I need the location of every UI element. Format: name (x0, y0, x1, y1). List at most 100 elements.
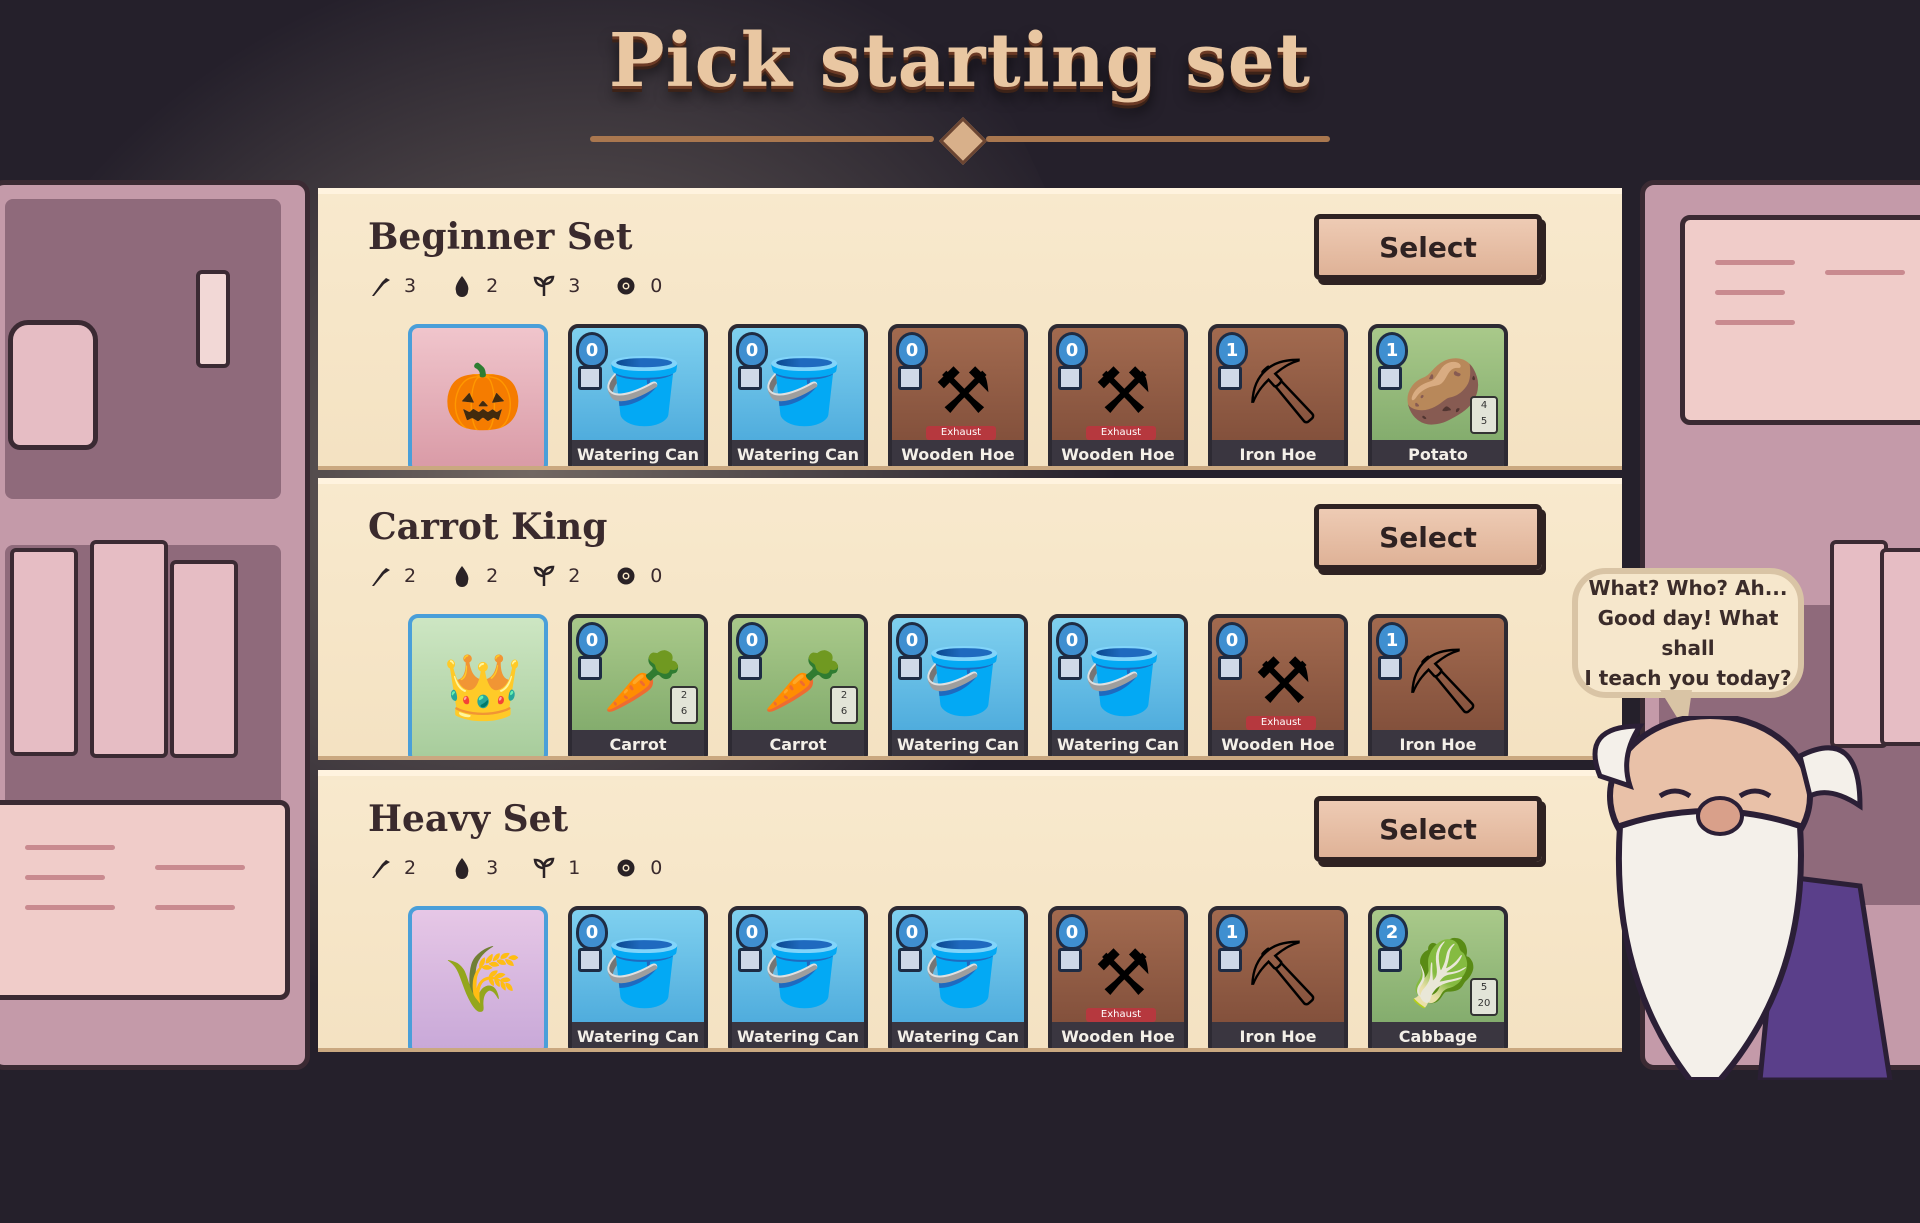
shelf-book (10, 548, 78, 756)
stat-value: 2 (404, 565, 417, 587)
card-watering-can[interactable]: 🪣 0 Watering Can (1048, 614, 1188, 756)
title-divider (590, 136, 934, 142)
card-wooden-hoe[interactable]: ⚒ 0 Exhaust Wooden Hoe (1048, 906, 1188, 1048)
card-type-marker (1218, 656, 1242, 680)
iron-hoe-icon: ⛏ (1242, 937, 1324, 1011)
wooden-hoe-icon: ⚒ (1094, 355, 1152, 429)
card-label: Watering Can (732, 440, 864, 466)
stat-value: 0 (650, 565, 663, 587)
card-label: Iron Hoe (1212, 1022, 1344, 1048)
exhaust-tag: Exhaust (1246, 716, 1316, 730)
stat-water-drop: 2 (450, 274, 498, 298)
card-label: Wooden Hoe (892, 440, 1024, 466)
card-wooden-hoe[interactable]: ⚒ 0 Exhaust Wooden Hoe (1208, 614, 1348, 756)
watering-can-icon: 🪣 (603, 937, 683, 1011)
shelf-book (90, 540, 168, 758)
scarecrow-portrait: 🌾 (443, 943, 523, 1017)
exhaust-tag: Exhaust (926, 426, 996, 440)
card-wooden-hoe[interactable]: ⚒ 0 Exhaust Wooden Hoe (888, 324, 1028, 466)
stat-value: 2 (486, 275, 499, 297)
select-set-button[interactable]: Select (1314, 214, 1542, 280)
hoe-icon (368, 856, 392, 880)
starting-set-panel: Beginner Set Select 3 2 3 0 🎃 🪣 0 Waterin… (318, 188, 1622, 466)
stat-value: 2 (486, 565, 499, 587)
water-drop-icon (450, 564, 474, 588)
starting-set-panel: Heavy Set Select 2 3 1 0 🌾 🪣 0 Watering C… (318, 770, 1622, 1048)
coin-value: 6 (840, 706, 848, 717)
card-carrot[interactable]: 🥕 0 2 6 Carrot (728, 614, 868, 756)
select-set-button[interactable]: Select (1314, 504, 1542, 570)
stat-value: 3 (486, 857, 499, 879)
open-book-icon (0, 800, 290, 1000)
card-watering-can[interactable]: 🪣 0 Watering Can (888, 614, 1028, 756)
stat-value: 3 (568, 275, 581, 297)
card-label: Watering Can (572, 440, 704, 466)
hero-card[interactable]: 🌾 (408, 906, 548, 1048)
stat-water-drop: 2 (450, 564, 498, 588)
set-stats: 3 2 3 0 (368, 274, 662, 298)
card-watering-can[interactable]: 🪣 0 Watering Can (568, 324, 708, 466)
set-name: Carrot King (368, 506, 608, 548)
card-cost: 0 (576, 622, 608, 658)
card-label: Watering Can (892, 1022, 1024, 1048)
card-cost: 0 (1056, 622, 1088, 658)
card-cost: 0 (736, 332, 768, 368)
stat-hoe: 3 (368, 274, 416, 298)
card-watering-can[interactable]: 🪣 0 Watering Can (728, 906, 868, 1048)
grow-time: 2 (840, 690, 848, 701)
dialog-line: Good day! What shall (1597, 606, 1779, 660)
select-set-button[interactable]: Select (1314, 796, 1542, 862)
card-iron-hoe[interactable]: ⛏ 1 Iron Hoe (1208, 324, 1348, 466)
card-type-marker (738, 948, 762, 972)
stat-value: 1 (568, 857, 581, 879)
card-type-marker (898, 948, 922, 972)
set-stats: 2 2 2 0 (368, 564, 662, 588)
hero-card[interactable]: 🎃 (408, 324, 548, 466)
open-book-icon (1680, 215, 1920, 425)
carrot-king-portrait: 👑 (443, 651, 523, 725)
card-watering-can[interactable]: 🪣 0 Watering Can (728, 324, 868, 466)
card-watering-can[interactable]: 🪣 0 Watering Can (888, 906, 1028, 1048)
water-drop-icon (450, 274, 474, 298)
grow-time: 5 (1480, 982, 1488, 993)
card-iron-hoe[interactable]: ⛏ 1 Iron Hoe (1208, 906, 1348, 1048)
exhaust-tag: Exhaust (1086, 1008, 1156, 1022)
hero-card[interactable]: 👑 (408, 614, 548, 756)
watering-can-icon: 🪣 (923, 645, 1003, 719)
card-type-marker (1378, 366, 1402, 390)
starting-set-panel: Carrot King Select 2 2 2 0 👑 🥕 0 2 6 Carr… (318, 478, 1622, 756)
card-label: Iron Hoe (1212, 440, 1344, 466)
card-iron-hoe[interactable]: ⛏ 1 Iron Hoe (1368, 614, 1508, 756)
card-cost: 0 (736, 622, 768, 658)
card-cost: 0 (1056, 914, 1088, 950)
dialog-line: What? Who? Ah... (1588, 576, 1788, 600)
stat-value: 0 (650, 857, 663, 879)
card-list: 🌾 🪣 0 Watering Can 🪣 0 Watering Can 🪣 0 … (408, 906, 1508, 1048)
card-type-marker (898, 656, 922, 680)
page-title: Pick starting set (608, 18, 1312, 104)
card-wooden-hoe[interactable]: ⚒ 0 Exhaust Wooden Hoe (1048, 324, 1188, 466)
watering-can-icon: 🪣 (603, 355, 683, 429)
card-potato[interactable]: 🥔 1 4 5 Potato (1368, 324, 1508, 466)
card-watering-can[interactable]: 🪣 0 Watering Can (568, 906, 708, 1048)
card-cost: 0 (1056, 332, 1088, 368)
card-type-marker (1058, 948, 1082, 972)
card-type-marker (1378, 656, 1402, 680)
stat-hoe: 2 (368, 564, 416, 588)
card-type-marker (738, 366, 762, 390)
card-list: 🎃 🪣 0 Watering Can 🪣 0 Watering Can ⚒ 0 … (408, 324, 1508, 466)
card-type-marker (1218, 948, 1242, 972)
crop-stats: 4 5 (1470, 396, 1498, 434)
card-type-marker (578, 948, 602, 972)
sprout-icon (532, 564, 556, 588)
stat-sprout: 1 (532, 856, 580, 880)
card-label: Watering Can (1052, 730, 1184, 756)
stat-gear: 0 (614, 856, 662, 880)
watering-can-icon: 🪣 (763, 937, 843, 1011)
card-label: Cabbage (1372, 1022, 1504, 1048)
card-cabbage[interactable]: 🥬 2 5 20 Cabbage (1368, 906, 1508, 1048)
gear-icon (614, 274, 638, 298)
wizard-character (1592, 716, 1893, 1080)
card-carrot[interactable]: 🥕 0 2 6 Carrot (568, 614, 708, 756)
wooden-hoe-icon: ⚒ (1094, 937, 1152, 1011)
